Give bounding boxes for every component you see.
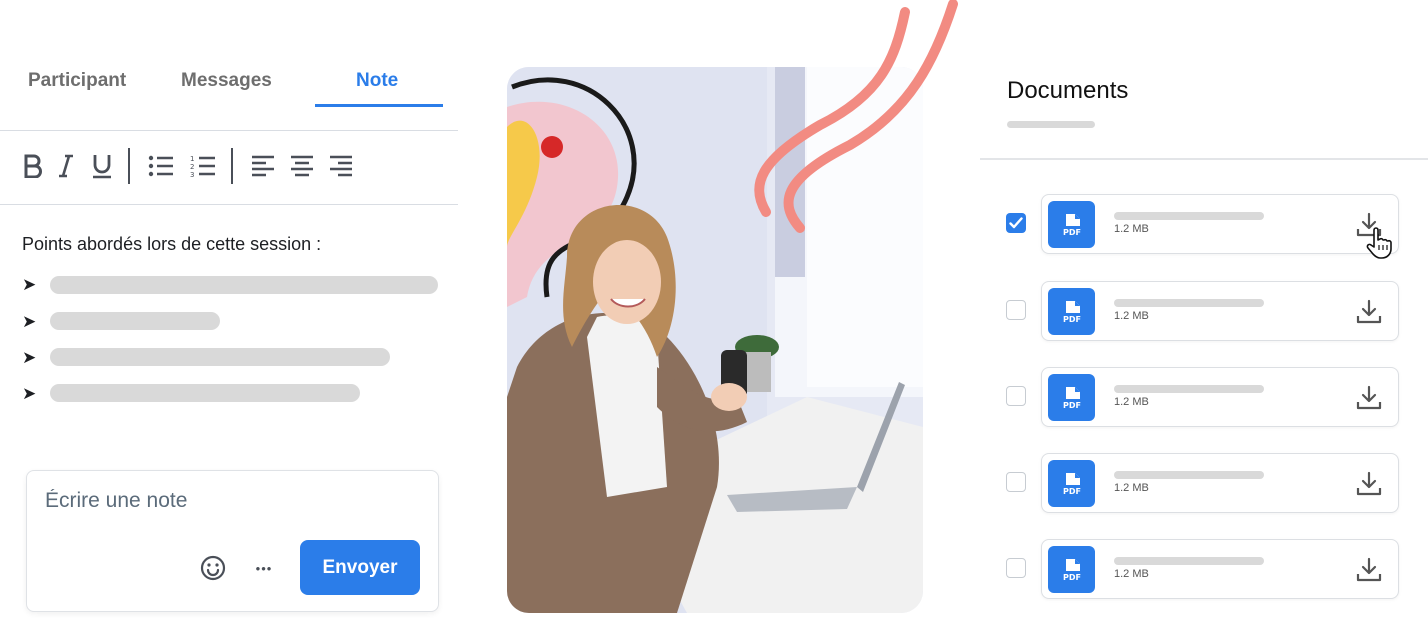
numbered-list-icon[interactable]: 123 xyxy=(190,151,216,181)
document-name-placeholder xyxy=(1114,385,1264,393)
document-size: 1.2 MB xyxy=(1114,482,1149,494)
download-icon[interactable] xyxy=(1356,471,1382,497)
pdf-file-icon: PDF xyxy=(1048,288,1095,335)
document-name-placeholder xyxy=(1114,299,1264,307)
send-button[interactable]: Envoyer xyxy=(300,540,420,595)
placeholder-line xyxy=(50,276,438,294)
document-row: PDF 1.2 MB xyxy=(1006,367,1399,427)
document-size: 1.2 MB xyxy=(1114,223,1149,235)
document-name-placeholder xyxy=(1114,212,1264,220)
tab-note[interactable]: Note xyxy=(356,70,398,92)
pdf-file-icon: PDF xyxy=(1048,374,1095,421)
placeholder-line xyxy=(50,384,360,402)
document-card[interactable]: PDF 1.2 MB xyxy=(1041,539,1399,599)
bullet-arrow-icon: ➤ xyxy=(22,384,37,403)
note-heading: Points abordés lors de cette session : xyxy=(22,234,322,254)
document-card[interactable]: PDF 1.2 MB xyxy=(1041,367,1399,427)
pdf-label: PDF xyxy=(1063,315,1081,324)
toolbar-divider xyxy=(231,148,233,184)
pdf-file-icon: PDF xyxy=(1048,460,1095,507)
more-options-icon[interactable]: ••• xyxy=(249,553,279,583)
download-icon[interactable] xyxy=(1356,557,1382,583)
svg-text:1: 1 xyxy=(190,155,194,163)
italic-icon[interactable] xyxy=(53,151,79,181)
hand-pointer-cursor-icon xyxy=(1366,227,1392,259)
note-input[interactable] xyxy=(45,489,405,513)
document-checkbox[interactable] xyxy=(1006,386,1026,406)
emoji-icon[interactable] xyxy=(198,553,228,583)
align-center-icon[interactable] xyxy=(289,151,315,181)
tab-messages[interactable]: Messages xyxy=(181,70,272,92)
pdf-file-icon: PDF xyxy=(1048,201,1095,248)
bullet-arrow-icon: ➤ xyxy=(22,275,37,294)
document-checkbox[interactable] xyxy=(1006,300,1026,320)
title-placeholder-bar xyxy=(1007,121,1095,128)
document-name-placeholder xyxy=(1114,471,1264,479)
document-checkbox[interactable] xyxy=(1006,213,1026,233)
placeholder-line xyxy=(50,348,390,366)
download-icon[interactable] xyxy=(1356,299,1382,325)
divider xyxy=(980,158,1428,160)
document-row: PDF 1.2 MB xyxy=(1006,539,1399,599)
document-card[interactable]: PDF 1.2 MB xyxy=(1041,453,1399,513)
document-name-placeholder xyxy=(1114,557,1264,565)
document-checkbox[interactable] xyxy=(1006,558,1026,578)
bullet-arrow-icon: ➤ xyxy=(22,348,37,367)
document-row: PDF 1.2 MB xyxy=(1006,453,1399,513)
active-tab-indicator xyxy=(315,104,443,107)
align-left-icon[interactable] xyxy=(250,151,276,181)
svg-text:2: 2 xyxy=(190,163,194,171)
document-size: 1.2 MB xyxy=(1114,396,1149,408)
document-size: 1.2 MB xyxy=(1114,568,1149,580)
bullet-list-icon[interactable] xyxy=(148,151,174,181)
align-right-icon[interactable] xyxy=(328,151,354,181)
formatting-toolbar: 123 xyxy=(0,131,458,205)
toolbar-divider xyxy=(128,148,130,184)
document-card[interactable]: PDF 1.2 MB xyxy=(1041,281,1399,341)
woman-with-phone-photo xyxy=(507,67,923,613)
pdf-file-icon: PDF xyxy=(1048,546,1095,593)
document-card[interactable]: PDF 1.2 MB xyxy=(1041,194,1399,254)
pdf-label: PDF xyxy=(1063,401,1081,410)
tab-participant[interactable]: Participant xyxy=(28,70,126,92)
placeholder-line xyxy=(50,312,220,330)
pdf-label: PDF xyxy=(1063,573,1081,582)
checkmark-icon xyxy=(1009,217,1023,229)
pdf-label: PDF xyxy=(1063,487,1081,496)
bullet-arrow-icon: ➤ xyxy=(22,312,37,331)
svg-text:3: 3 xyxy=(190,171,194,178)
document-size: 1.2 MB xyxy=(1114,310,1149,322)
tab-bar: Participant Messages Note xyxy=(0,60,458,131)
note-composer: ••• Envoyer xyxy=(26,470,439,612)
document-row: PDF 1.2 MB xyxy=(1006,281,1399,341)
underline-icon[interactable] xyxy=(89,151,115,181)
bold-icon[interactable] xyxy=(20,151,46,181)
document-row: PDF 1.2 MB xyxy=(1006,194,1399,254)
documents-title: Documents xyxy=(1007,77,1129,104)
pdf-label: PDF xyxy=(1063,228,1081,237)
document-checkbox[interactable] xyxy=(1006,472,1026,492)
download-icon[interactable] xyxy=(1356,385,1382,411)
